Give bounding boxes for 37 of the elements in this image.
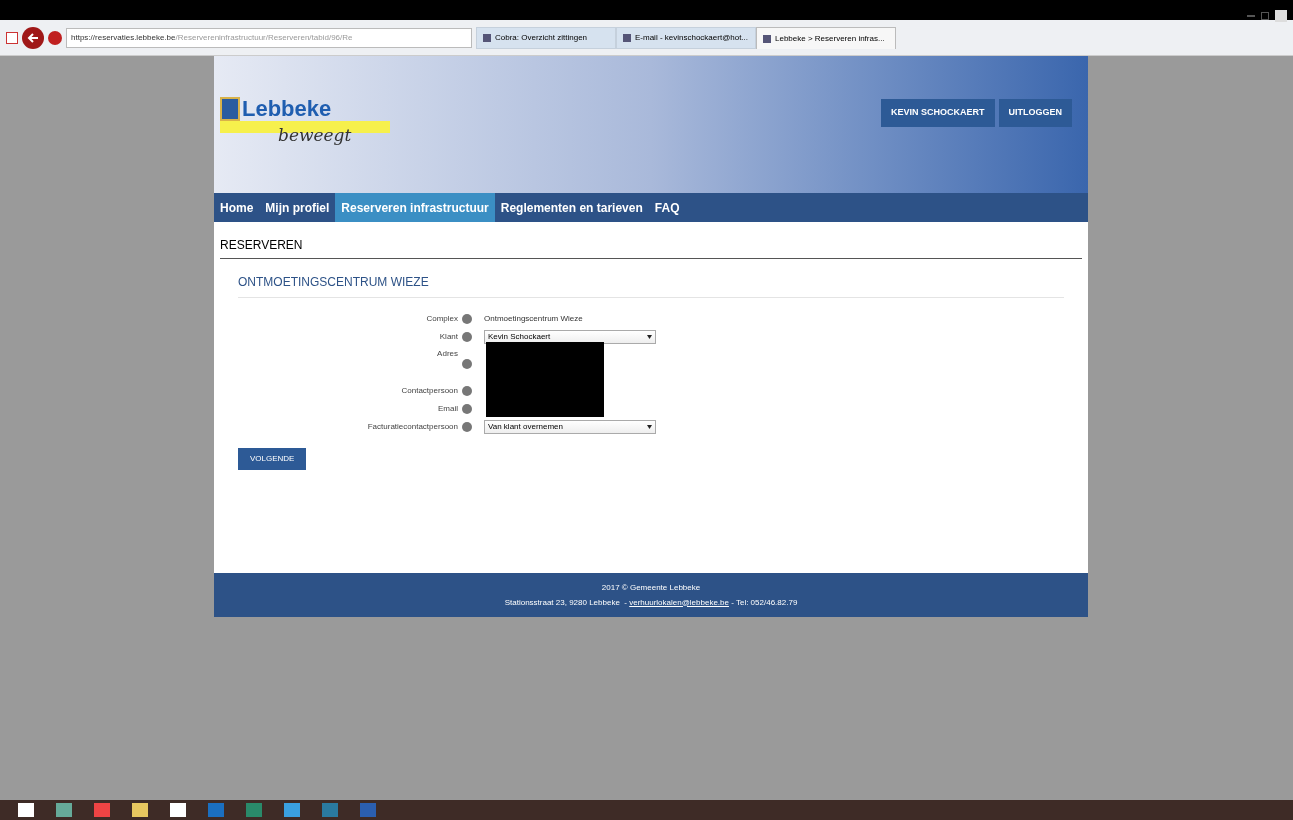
field-label: Facturatiecontactpersoon	[366, 421, 458, 433]
info-icon[interactable]	[462, 359, 472, 369]
logo-title: Lebbeke	[242, 95, 332, 123]
select-field[interactable]: Kevin Schockaert	[484, 330, 656, 344]
next-button[interactable]: VOLGENDE	[238, 448, 307, 470]
browser-tab[interactable]: Cobra: Overzicht zittingen	[476, 27, 616, 49]
section-title: ONTMOETINGSCENTRUM WIEZE	[238, 273, 1064, 298]
logout-button[interactable]: UITLOGGEN	[998, 99, 1072, 127]
field-label: Klant	[438, 331, 458, 343]
field-label: Email	[437, 403, 458, 415]
nav-link[interactable]: Reglementen en tarieven	[494, 193, 649, 222]
address-field[interactable]: https://reservaties.lebbeke.be/Reservereninfrastructuur/Reserveren/tabid/96/Re	[66, 27, 472, 48]
footer-copyright: 2017 © Gemeente Lebbeke	[601, 581, 701, 594]
url-text: https://reservaties.lebbeke.be	[71, 31, 176, 44]
page-icon	[623, 34, 631, 42]
dropdown-caret-icon	[647, 335, 652, 339]
nav-link[interactable]: Home	[214, 193, 260, 222]
page-icon	[763, 34, 771, 43]
field-label: Contactpersoon	[400, 385, 458, 397]
select-field[interactable]: Van klant overnemen	[484, 420, 656, 434]
nav-link[interactable]: FAQ	[648, 193, 686, 222]
field-label: Adres	[436, 348, 458, 360]
nav-link[interactable]: Mijn profiel	[259, 193, 336, 222]
browser-tab[interactable]: Lebbeke > Reserveren infras...	[756, 27, 896, 49]
user-button[interactable]: KEVIN SCHOCKAERT	[881, 99, 995, 127]
field-label: Complex	[425, 313, 458, 325]
dropdown-caret-icon	[647, 425, 652, 429]
email-link[interactable]: verhuurlokalen@lebbeke.be	[629, 597, 729, 607]
footer-contact: Stationsstraat 23, 9280 Lebbeke - verhuurlokalen@lebbeke.be - Tel: 052/46.82.79	[504, 596, 798, 609]
browser-tab[interactable]: E-mail - kevinschockaert@hot...	[616, 27, 756, 49]
nav-link[interactable]: Reserveren infrastructuur	[335, 193, 495, 222]
window-controls-icon[interactable]	[1247, 10, 1287, 22]
forward-icon[interactable]	[48, 30, 62, 45]
page-title: RESERVEREN	[220, 236, 1082, 259]
page-icon	[483, 34, 491, 42]
back-icon[interactable]	[22, 26, 44, 49]
field-value: Ontmoetingscentrum Wieze	[484, 313, 584, 325]
